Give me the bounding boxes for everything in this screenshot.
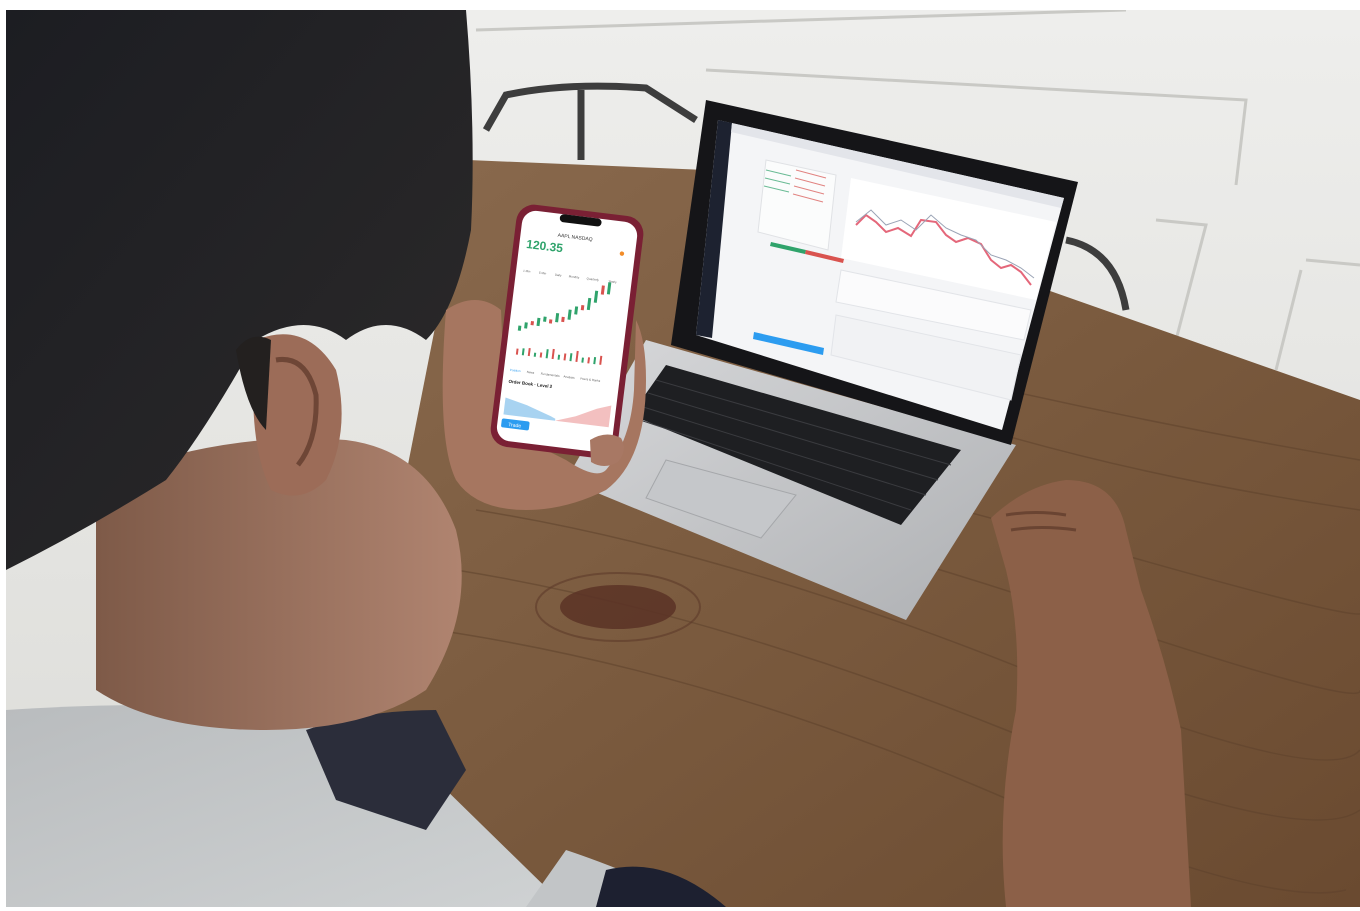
photo-scene: Trade 120.35 AAPL NASDAQ Order Book · Le… bbox=[6, 10, 1360, 907]
wood-knot bbox=[560, 585, 676, 629]
